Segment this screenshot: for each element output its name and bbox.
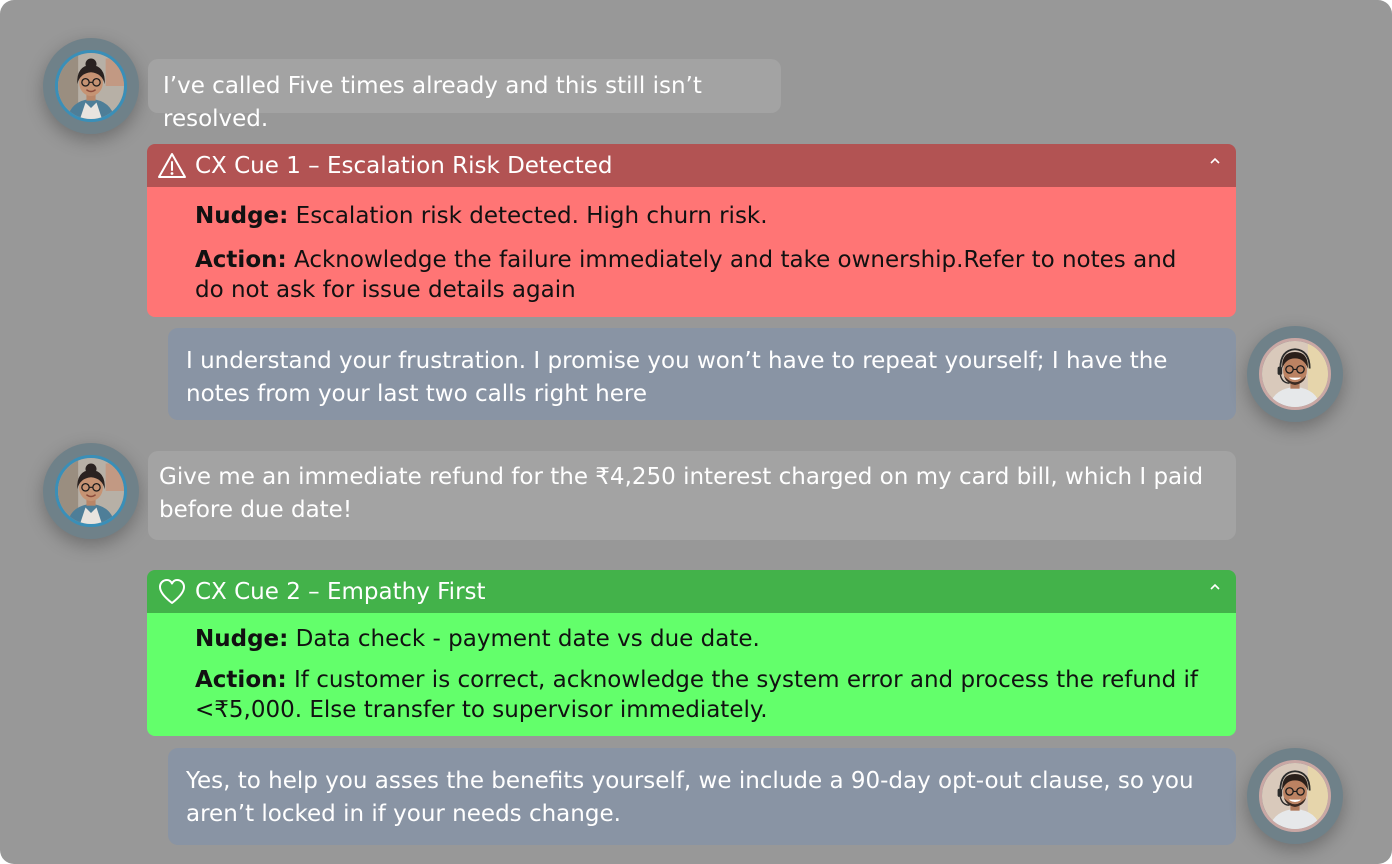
action-text: Acknowledge the failure immediately and … bbox=[195, 247, 1177, 303]
chevron-up-icon[interactable] bbox=[1208, 580, 1222, 594]
cx-cue-escalation: CX Cue 1 – Escalation Risk Detected Nudg… bbox=[147, 144, 1236, 317]
customer-avatar bbox=[43, 38, 139, 134]
message-text: Give me an immediate refund for the ₹4,2… bbox=[159, 464, 1204, 523]
cue-title: CX Cue 2 – Empathy First bbox=[195, 578, 486, 605]
cue-title: CX Cue 1 – Escalation Risk Detected bbox=[195, 152, 613, 179]
agent-message: I understand your frustration. I promise… bbox=[168, 328, 1236, 420]
message-text: I understand your frustration. I promise… bbox=[186, 348, 1168, 407]
agent-avatar bbox=[1247, 326, 1343, 422]
message-text: Yes, to help you asses the benefits your… bbox=[186, 768, 1194, 827]
action-text: If customer is correct, acknowledge the … bbox=[195, 667, 1198, 723]
agent-message: Yes, to help you asses the benefits your… bbox=[168, 748, 1236, 845]
action-label: Action: bbox=[195, 667, 287, 693]
customer-message: I’ve called Five times already and this … bbox=[148, 59, 781, 132]
action-label: Action: bbox=[195, 247, 287, 273]
cue-action: Action: Acknowledge the failure immediat… bbox=[195, 245, 1206, 305]
cue-nudge: Nudge: Escalation risk detected. High ch… bbox=[195, 201, 1206, 231]
cue-header[interactable]: CX Cue 1 – Escalation Risk Detected bbox=[147, 144, 1236, 187]
nudge-text: Escalation risk detected. High churn ris… bbox=[288, 203, 768, 229]
heart-icon bbox=[159, 578, 185, 604]
agent-avatar bbox=[1247, 748, 1343, 844]
cx-cue-empathy: CX Cue 2 – Empathy First Nudge: Data che… bbox=[147, 570, 1236, 736]
cue-body: Nudge: Escalation risk detected. High ch… bbox=[147, 187, 1236, 317]
cue-action: Action: If customer is correct, acknowle… bbox=[195, 665, 1206, 725]
customer-message: Give me an immediate refund for the ₹4,2… bbox=[148, 451, 1236, 540]
chevron-up-icon[interactable] bbox=[1208, 154, 1222, 168]
customer-avatar bbox=[43, 443, 139, 539]
nudge-label: Nudge: bbox=[195, 626, 289, 652]
cue-header[interactable]: CX Cue 2 – Empathy First bbox=[147, 570, 1236, 613]
chat-transcript: I’ve called Five times already and this … bbox=[0, 0, 1392, 864]
cue-body: Nudge: Data check - payment date vs due … bbox=[147, 613, 1236, 736]
message-text: I’ve called Five times already and this … bbox=[163, 73, 702, 132]
nudge-label: Nudge: bbox=[195, 203, 289, 229]
nudge-text: Data check - payment date vs due date. bbox=[288, 626, 760, 652]
cue-nudge: Nudge: Data check - payment date vs due … bbox=[195, 624, 1206, 654]
warning-triangle-icon bbox=[158, 152, 186, 178]
